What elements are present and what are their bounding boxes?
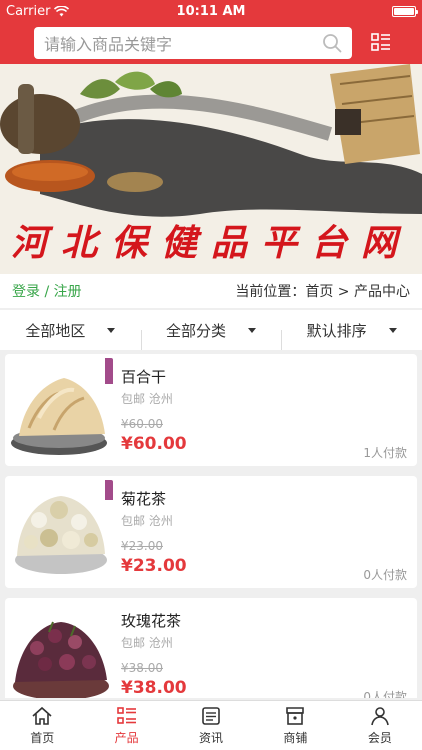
tab-bar: 首页 产品 资讯 商铺 会员 <box>0 700 422 750</box>
battery-icon <box>392 5 418 17</box>
location-bar: 登录 / 注册 当前位置：首页 > 产品中心 <box>0 274 422 308</box>
person-icon <box>371 706 389 725</box>
product-card[interactable]: 玫瑰花茶 包邮 沧州 ¥38.00 ¥38.00 0人付款 <box>5 598 417 698</box>
filter-bar: 全部地区 全部分类 默认排序 <box>0 310 422 350</box>
carrier-label: Carrier <box>6 3 51 19</box>
product-meta: 包邮 沧州 <box>121 392 173 406</box>
product-name: 百合干 <box>121 368 167 386</box>
news-icon <box>202 706 220 725</box>
product-price: ¥38.00 <box>121 678 187 698</box>
search-input[interactable]: 请输入商品关键字 <box>34 27 352 59</box>
tab-shop-label: 商铺 <box>283 730 308 745</box>
product-image <box>9 358 113 462</box>
top-bar: 请输入商品关键字 <box>0 22 422 64</box>
product-old-price: ¥38.00 <box>121 661 163 675</box>
tab-home[interactable]: 首页 <box>0 701 84 750</box>
product-card[interactable]: 菊花茶 包邮 沧州 ¥23.00 ¥23.00 0人付款 <box>5 476 417 588</box>
tab-products[interactable]: 产品 <box>84 701 168 750</box>
status-bar: Carrier 10:11 AM <box>0 0 422 22</box>
tab-member-label: 会员 <box>367 730 392 745</box>
product-card[interactable]: 百合干 包邮 沧州 ¥60.00 ¥60.00 1人付款 <box>5 354 417 466</box>
search-icon[interactable] <box>322 33 342 53</box>
tab-news[interactable]: 资讯 <box>169 701 253 750</box>
chevron-down-icon <box>248 327 257 333</box>
filter-region-label: 全部地区 <box>25 321 86 340</box>
product-sold-count: 0人付款 <box>363 690 407 698</box>
product-old-price: ¥60.00 <box>121 417 163 431</box>
filter-sort-label: 默认排序 <box>306 321 367 340</box>
login-register-link[interactable]: 登录 / 注册 <box>12 281 82 301</box>
banner-title: 河北保健品平台网 <box>10 222 411 264</box>
tab-shop[interactable]: 商铺 <box>253 701 337 750</box>
tab-home-label: 首页 <box>30 730 55 745</box>
product-meta: 包邮 沧州 <box>121 636 173 650</box>
product-name: 玫瑰花茶 <box>121 612 182 630</box>
filter-sort[interactable]: 默认排序 <box>281 320 422 350</box>
home-icon <box>32 706 52 725</box>
product-name: 菊花茶 <box>121 490 167 508</box>
status-left: Carrier <box>6 3 70 19</box>
chevron-down-icon <box>107 327 116 333</box>
menu-button[interactable] <box>370 32 392 54</box>
product-image <box>9 602 113 698</box>
filter-category-label: 全部分类 <box>166 321 227 340</box>
product-image <box>9 480 113 584</box>
menu-grid-icon <box>371 33 390 51</box>
tab-member[interactable]: 会员 <box>338 701 422 750</box>
chevron-down-icon <box>388 327 397 333</box>
tab-products-label: 产品 <box>114 730 139 745</box>
wifi-icon <box>54 5 70 16</box>
search-placeholder: 请输入商品关键字 <box>44 35 173 54</box>
shop-icon <box>286 706 305 725</box>
breadcrumb: 当前位置：首页 > 产品中心 <box>235 284 410 300</box>
product-price: ¥23.00 <box>121 556 187 576</box>
product-sold-count: 0人付款 <box>363 568 407 582</box>
product-sold-count: 1人付款 <box>363 446 407 460</box>
product-price: ¥60.00 <box>121 434 187 454</box>
filter-category[interactable]: 全部分类 <box>140 320 282 350</box>
banner[interactable]: 河北保健品平台网 <box>0 64 422 274</box>
product-list[interactable]: 百合干 包邮 沧州 ¥60.00 ¥60.00 1人付款 菊花茶 包邮 沧州 ¥… <box>0 354 422 698</box>
tab-news-label: 资讯 <box>199 730 224 745</box>
product-old-price: ¥23.00 <box>121 539 163 553</box>
product-meta: 包邮 沧州 <box>121 514 173 528</box>
filter-region[interactable]: 全部地区 <box>0 320 141 341</box>
list-icon <box>116 706 136 724</box>
